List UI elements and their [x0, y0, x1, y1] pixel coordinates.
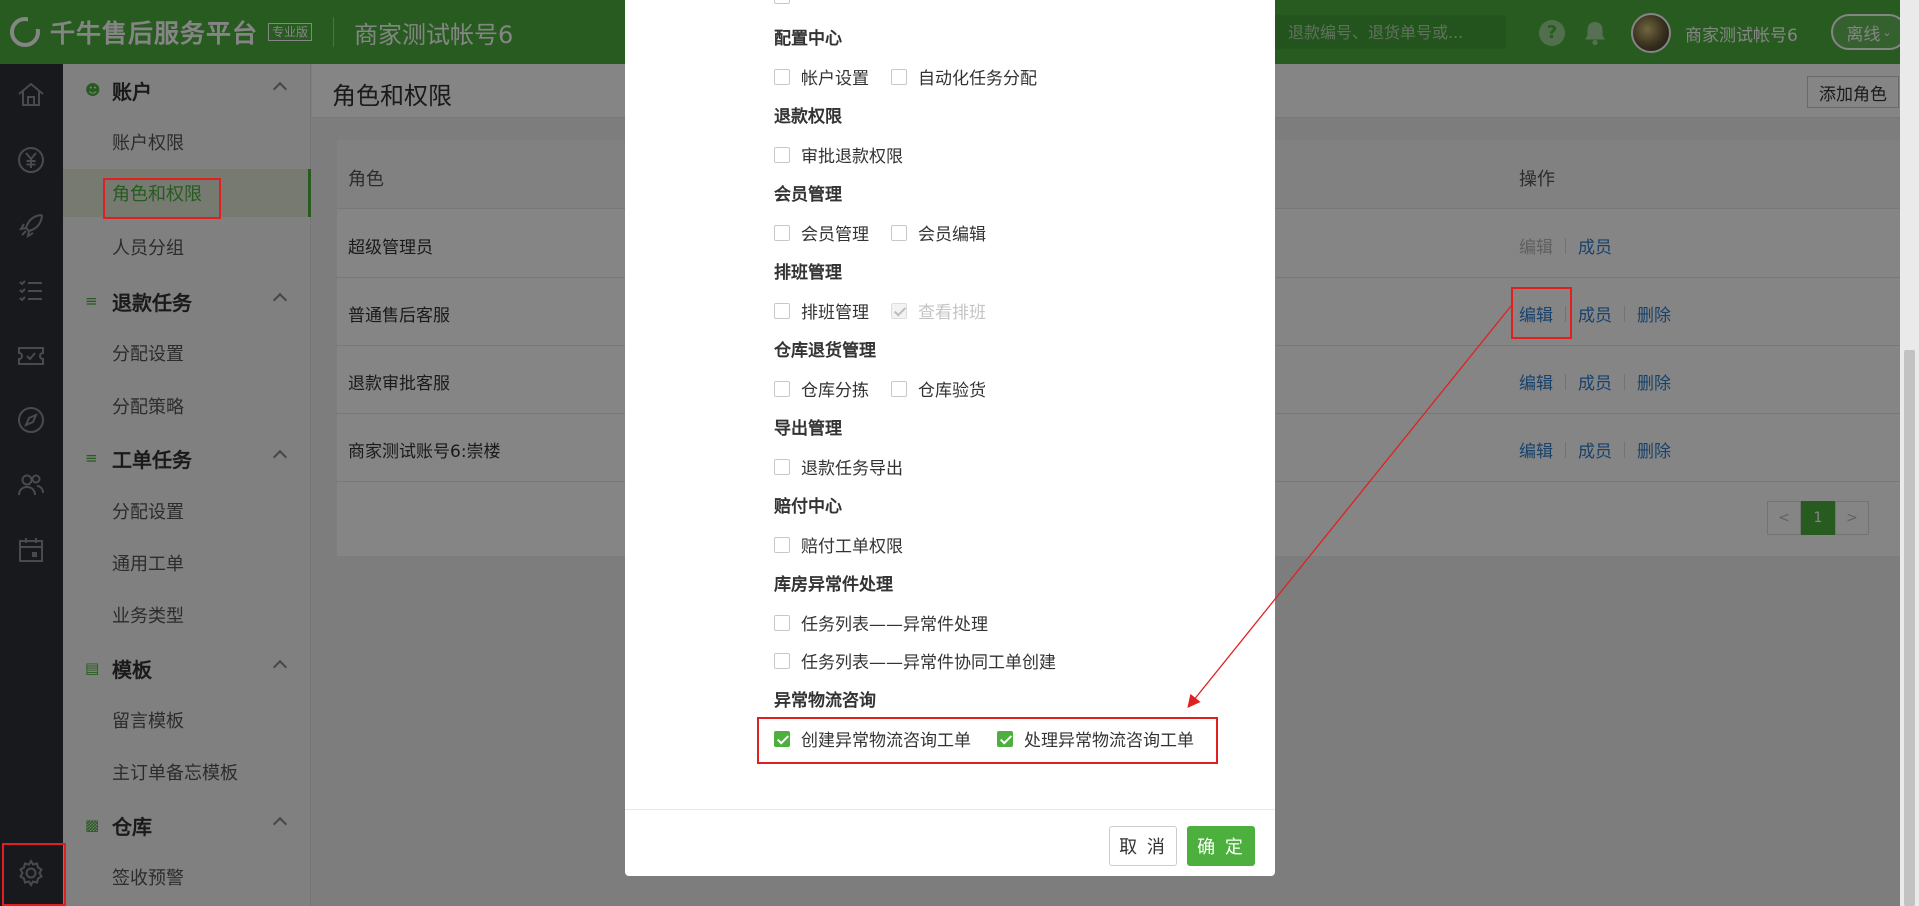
- checkbox-box: [891, 302, 907, 319]
- cancel-button[interactable]: 取 消: [1109, 826, 1177, 866]
- permission-checkbox[interactable]: 任务列表——异常件协同工单创建: [774, 648, 1056, 673]
- permission-checkbox-disabled: 查看排班: [891, 298, 986, 323]
- permission-checkbox[interactable]: 仓库分拣: [774, 376, 869, 401]
- section-title-export-management: 导出管理: [774, 419, 842, 439]
- scrollbar[interactable]: [1900, 0, 1919, 906]
- checkbox-label: 审批退款权限: [801, 147, 903, 167]
- permission-checkbox[interactable]: 会员编辑: [891, 220, 986, 245]
- checkbox-label: 任务列表——异常件协同工单创建: [801, 653, 1056, 673]
- annotation-highlight-logistics-options: [757, 717, 1218, 764]
- checkbox-box[interactable]: [774, 614, 790, 631]
- checkbox-box[interactable]: [774, 536, 790, 553]
- permission-checkbox[interactable]: 退款任务导出: [774, 454, 903, 479]
- annotation-highlight-edit-link: [1511, 287, 1572, 339]
- checkbox-label: 任务列表——异常件处理: [801, 615, 988, 635]
- permission-checkbox[interactable]: 审批退款权限: [774, 142, 903, 167]
- permission-checkbox[interactable]: 自动化任务分配: [891, 64, 1037, 89]
- section-title-shift-management: 排班管理: [774, 263, 842, 283]
- permission-checkbox[interactable]: 任务列表——异常件处理: [774, 610, 988, 635]
- section-title-member-management: 会员管理: [774, 185, 842, 205]
- modal-footer: 取 消 确 定: [625, 809, 1275, 876]
- checkbox-label: 会员编辑: [918, 225, 986, 245]
- annotation-highlight-roles-item: [103, 178, 221, 219]
- checkbox-box[interactable]: [774, 68, 790, 85]
- annotation-highlight-settings-icon: [2, 843, 66, 906]
- section-title-compensation-center: 赔付中心: [774, 497, 842, 517]
- section-title-config-center: 配置中心: [774, 29, 842, 49]
- checkbox-box[interactable]: [891, 68, 907, 85]
- section-title-exception-handling: 库房异常件处理: [774, 575, 893, 595]
- checkbox-label: 赔付工单权限: [801, 537, 903, 557]
- checkbox-label: 仓库验货: [918, 381, 986, 401]
- checkbox-box[interactable]: [774, 458, 790, 475]
- checkbox-box[interactable]: [774, 146, 790, 163]
- scroll-thumb[interactable]: [1904, 350, 1915, 906]
- checkbox-label: 排班管理: [801, 303, 869, 323]
- checkbox-box[interactable]: [891, 380, 907, 397]
- checkbox-label: 仓库分拣: [801, 381, 869, 401]
- permission-checkbox[interactable]: 仓库验货: [891, 376, 986, 401]
- checkbox-label: 查看排班: [918, 303, 986, 323]
- checkbox-box[interactable]: [774, 302, 790, 319]
- section-title-logistics-inquiry: 异常物流咨询: [774, 691, 876, 711]
- confirm-button[interactable]: 确 定: [1187, 826, 1255, 866]
- permission-checkbox[interactable]: 会员管理: [774, 220, 869, 245]
- section-title-warehouse-returns: 仓库退货管理: [774, 341, 876, 361]
- permission-checkbox[interactable]: 排班管理: [774, 298, 869, 323]
- checkbox-label: 帐户设置: [801, 69, 869, 89]
- checkbox-box[interactable]: [891, 224, 907, 241]
- checkbox-label: 退款任务导出: [801, 459, 903, 479]
- app-root: 千牛售后服务平台 专业版 商家测试帐号6 ? 商家测试帐号6 离线⌄ ☻ 账户 …: [0, 0, 1919, 906]
- checkbox-label: 会员管理: [801, 225, 869, 245]
- checkbox-box[interactable]: [774, 652, 790, 669]
- checkbox-box[interactable]: [774, 0, 790, 4]
- checkbox-label: 自动化任务分配: [918, 69, 1037, 89]
- permission-checkbox[interactable]: 赔付工单权限: [774, 532, 903, 557]
- permission-checkbox[interactable]: 帐户设置: [774, 64, 869, 89]
- section-title-refund-permission: 退款权限: [774, 107, 842, 127]
- checkbox-box[interactable]: [774, 224, 790, 241]
- permission-checkbox[interactable]: [774, 0, 801, 4]
- checkbox-box[interactable]: [774, 380, 790, 397]
